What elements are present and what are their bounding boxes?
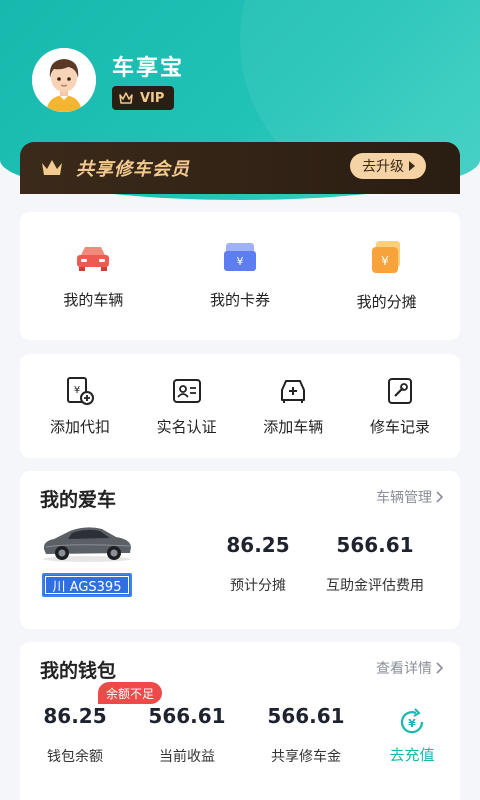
my-vehicles-button[interactable]: 我的车辆 (33, 243, 153, 310)
shared-repair-fund-value: 566.61 (267, 704, 345, 728)
estimated-share-value: 86.25 (226, 533, 290, 557)
add-vehicle-button[interactable]: 添加车辆 (243, 376, 343, 437)
wallet-details-label: 查看详情 (376, 661, 432, 677)
estimated-share-stat: 86.25 预计分摊 (198, 533, 318, 595)
user-name: 车享宝 (112, 56, 185, 81)
my-cost-share-label: 我的分摊 (356, 292, 417, 311)
share-cost-icon: ¥ (371, 240, 400, 273)
mutual-fund-fee-label: 互助金评估费用 (326, 578, 424, 594)
current-earnings-value: 566.61 (148, 704, 226, 728)
recharge-label: 去充值 (389, 746, 435, 764)
wallet-title: 我的钱包 (40, 660, 117, 682)
real-name-verify-button[interactable]: 实名认证 (137, 376, 237, 437)
wallet-balance-value: 86.25 (43, 704, 107, 728)
avatar-face-icon (32, 48, 96, 112)
member-banner[interactable]: 共享修车会员 去升级 (20, 142, 460, 194)
upgrade-button[interactable]: 去升级 (350, 153, 426, 179)
crown-icon (119, 92, 133, 104)
services-card: ¥ 添加代扣 实名认证 添加车辆 修车记录 (20, 354, 460, 458)
my-car-title: 我的爱车 (40, 489, 117, 511)
wallet-card: 我的钱包 查看详情 余额不足 86.25 钱包余额 566.61 当前收益 56… (20, 642, 460, 800)
vehicle-management-label: 车辆管理 (376, 490, 432, 506)
vip-label: VIP (140, 90, 165, 106)
add-car-icon (281, 379, 306, 403)
my-vehicles-label: 我的车辆 (63, 290, 124, 309)
shared-repair-fund-label: 共享修车金 (271, 749, 341, 765)
quick-access-card: 我的车辆 ¥ 我的卡券 ¥ 我的分摊 (20, 212, 460, 340)
recharge-icon: ¥ (400, 708, 424, 734)
estimated-share-label: 预计分摊 (230, 578, 286, 594)
wallet-details-link[interactable]: 查看详情 (376, 658, 444, 678)
repair-record-icon (387, 377, 412, 404)
wallet-balance-stat[interactable]: 86.25 钱包余额 (30, 704, 120, 766)
arrow-right-icon (409, 161, 415, 171)
car-icon (77, 246, 110, 271)
my-car-card: 我的爱车 车辆管理 川 AGS395 86.25 预计分摊 566.61 互助金… (20, 471, 460, 629)
svg-text:¥: ¥ (381, 254, 389, 268)
my-cost-share-button[interactable]: ¥ 我的分摊 (327, 240, 447, 312)
shared-repair-fund-stat[interactable]: 566.61 共享修车金 (256, 704, 356, 766)
insufficient-balance-badge: 余额不足 (98, 682, 163, 704)
chevron-right-icon (436, 491, 444, 503)
member-title: 共享修车会员 (76, 159, 190, 180)
chevron-right-icon (436, 662, 444, 674)
real-name-verify-label: 实名认证 (156, 417, 217, 436)
current-earnings-stat[interactable]: 566.61 当前收益 (142, 704, 232, 766)
coupon-icon: ¥ (223, 242, 256, 271)
add-auto-debit-label: 添加代扣 (49, 417, 110, 436)
recharge-button[interactable]: ¥ 去充值 (372, 708, 452, 765)
license-plate: 川 AGS395 (42, 573, 132, 597)
vip-badge: VIP (112, 86, 175, 110)
repair-records-button[interactable]: 修车记录 (350, 376, 450, 437)
avatar[interactable] (32, 48, 96, 112)
id-card-icon (172, 378, 201, 403)
vehicle-management-link[interactable]: 车辆管理 (376, 487, 444, 507)
add-vehicle-label: 添加车辆 (263, 417, 324, 436)
car-image (43, 527, 131, 562)
add-auto-debit-button[interactable]: ¥ 添加代扣 (30, 376, 130, 437)
repair-records-label: 修车记录 (369, 417, 430, 436)
my-coupons-button[interactable]: ¥ 我的卡券 (180, 242, 300, 310)
current-earnings-label: 当前收益 (159, 749, 215, 765)
svg-text:¥: ¥ (236, 255, 243, 268)
my-coupons-label: 我的卡券 (209, 290, 270, 309)
mutual-fund-fee-value: 566.61 (336, 533, 414, 557)
upgrade-label: 去升级 (362, 159, 404, 175)
svg-text:¥: ¥ (408, 717, 416, 730)
wallet-balance-label: 钱包余额 (47, 749, 103, 765)
crown-icon (42, 160, 62, 175)
svg-text:¥: ¥ (74, 385, 80, 396)
mutual-fund-fee-stat: 566.61 互助金评估费用 (310, 533, 440, 595)
auto-debit-icon: ¥ (67, 376, 94, 405)
